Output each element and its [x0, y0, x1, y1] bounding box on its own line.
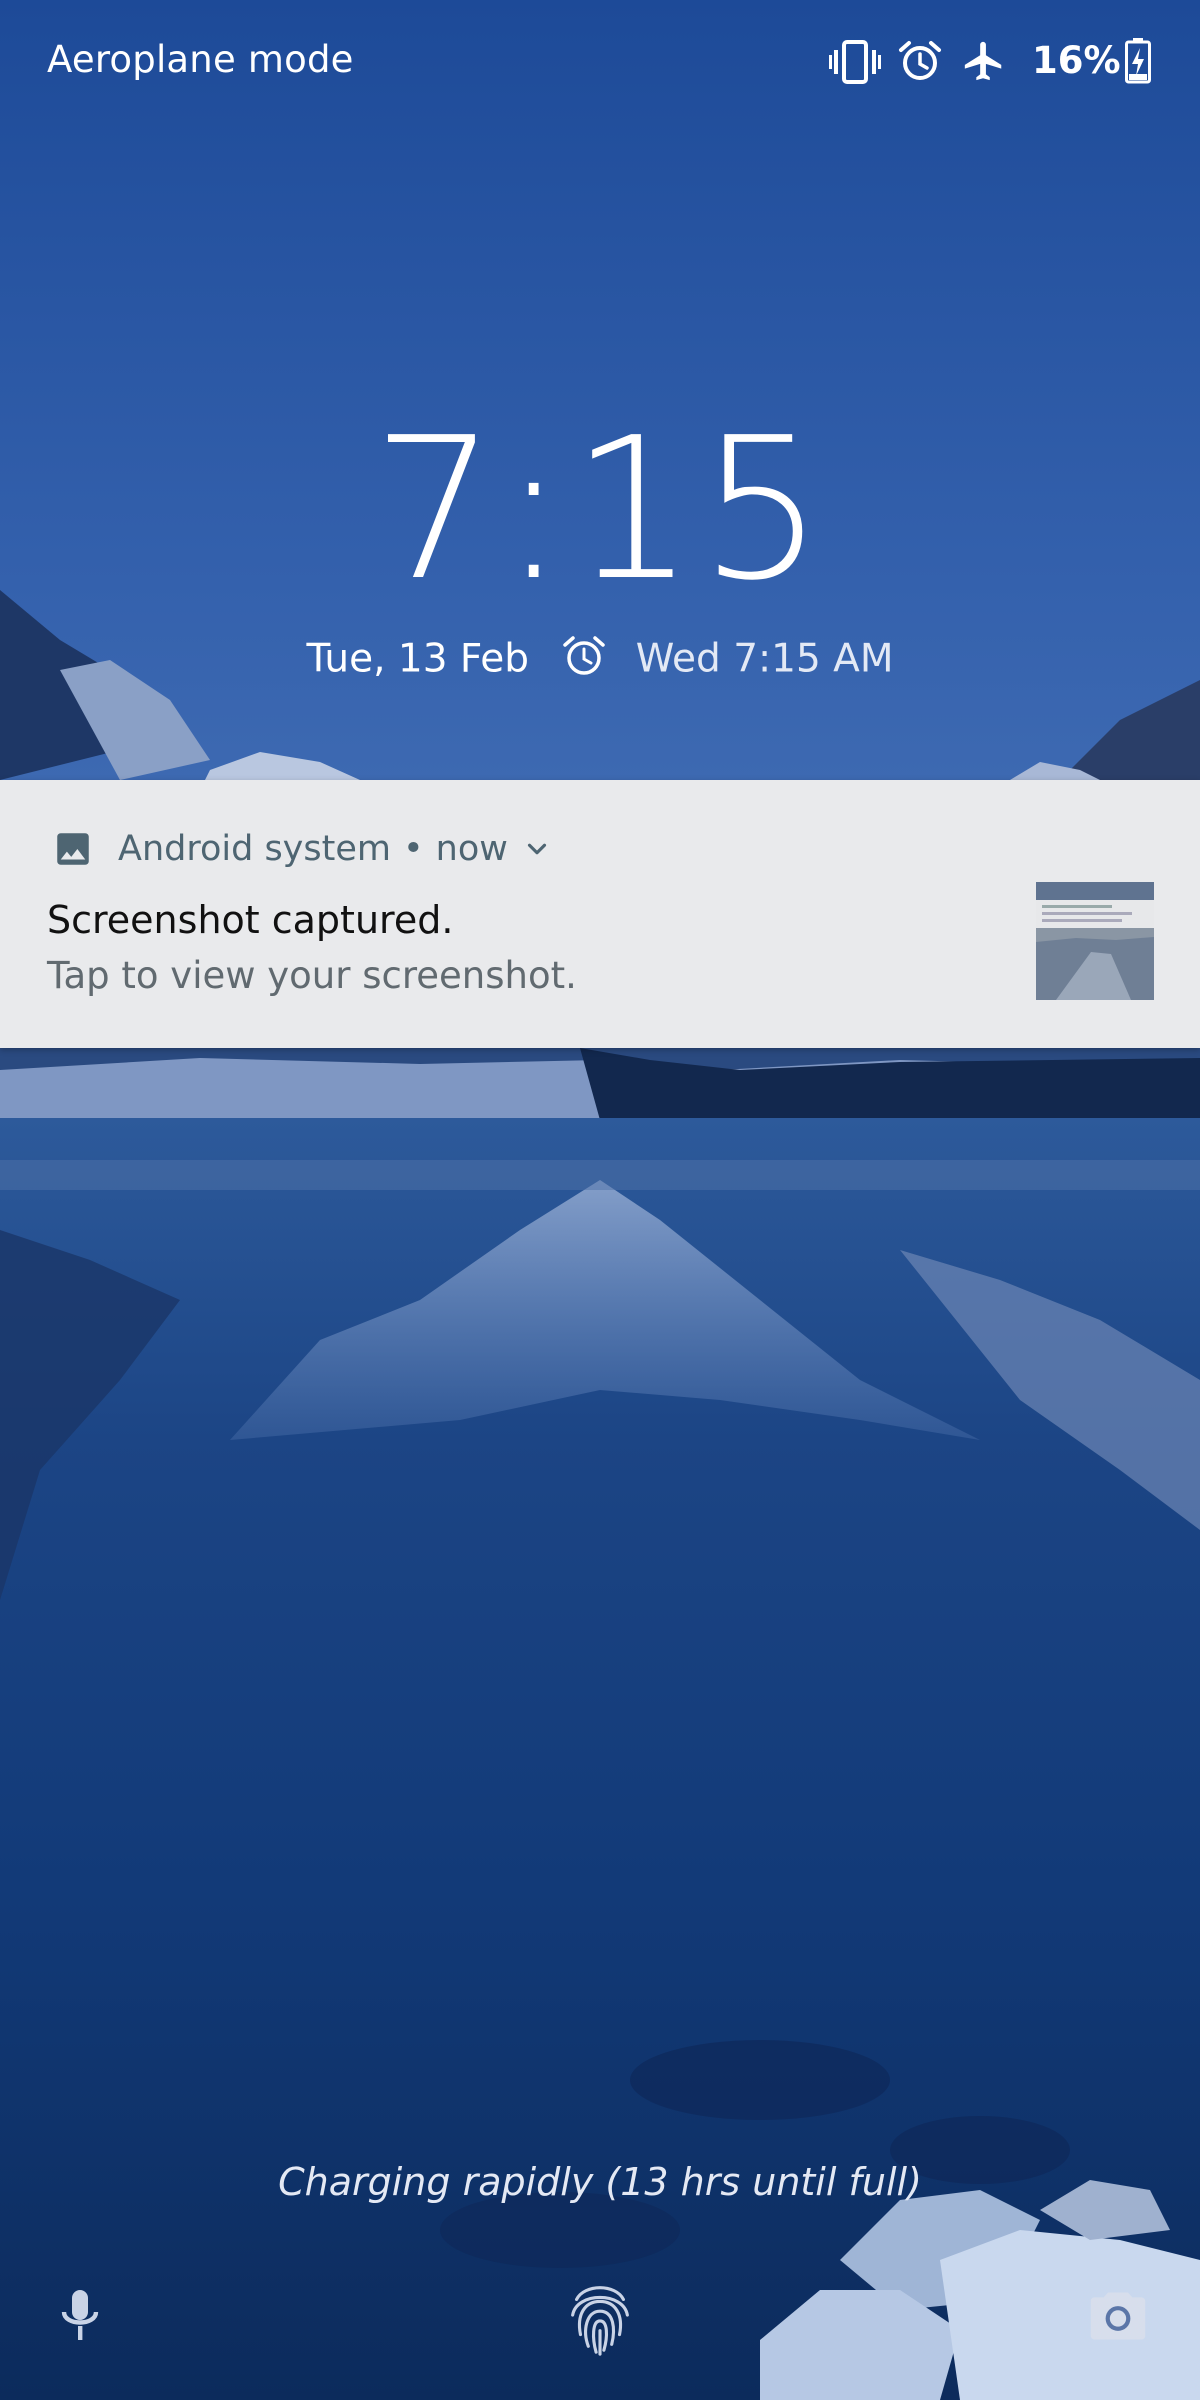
alarm-icon: [897, 38, 943, 88]
screenshot-notification[interactable]: Android system • now Screenshot captured…: [0, 780, 1200, 1048]
screenshot-thumbnail[interactable]: [1036, 882, 1154, 1000]
notification-separator: •: [402, 829, 424, 869]
airplane-icon: [961, 38, 1007, 88]
lockscreen-clock: 7:15: [371, 396, 829, 624]
lockscreen-date: Tue, 13 Feb: [306, 636, 529, 682]
microphone-icon[interactable]: [56, 2286, 104, 2350]
vibrate-icon: [829, 40, 881, 88]
chevron-down-icon[interactable]: [522, 834, 552, 864]
alarm-icon: [561, 633, 607, 679]
next-alarm-text[interactable]: Wed 7:15 AM: [636, 637, 894, 682]
gallery-icon: [57, 833, 89, 865]
lockscreen-wallpaper: [0, 0, 1200, 2400]
battery-charging-icon: [1125, 38, 1151, 88]
carrier-status-text: Aeroplane mode: [47, 38, 354, 81]
notification-text: Tap to view your screenshot.: [47, 954, 577, 997]
notification-header: Android system • now: [52, 824, 552, 874]
status-bar: Aeroplane mode 16%: [0, 0, 1200, 120]
camera-icon[interactable]: [1088, 2290, 1148, 2346]
fingerprint-icon[interactable]: [564, 2276, 636, 2362]
charging-status-text: Charging rapidly (13 hrs until full): [278, 2160, 922, 2204]
battery-percent: 16%: [1032, 39, 1121, 82]
notification-app-name: Android system: [118, 829, 391, 869]
date-alarm-row: Tue, 13 Feb Wed 7:15 AM: [0, 628, 1200, 688]
notification-title: Screenshot captured.: [47, 898, 454, 942]
notification-time: now: [435, 829, 508, 869]
status-icons: 16%: [825, 32, 1165, 88]
